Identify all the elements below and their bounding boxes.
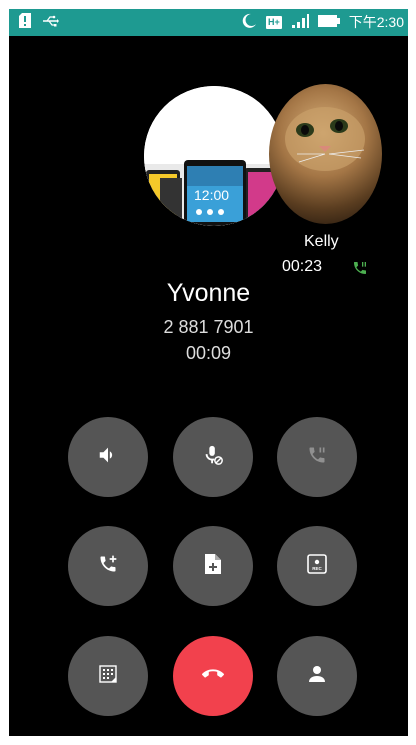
- battery-icon: [317, 14, 340, 30]
- do-not-disturb-moon-icon: [241, 13, 257, 32]
- dialpad-button[interactable]: [68, 636, 148, 716]
- hold-call-icon: [307, 445, 327, 470]
- add-call-button[interactable]: [68, 526, 148, 606]
- held-caller-avatar: [269, 84, 382, 224]
- contact-icon: [308, 665, 326, 688]
- active-caller-name: Yvonne: [166, 279, 251, 307]
- held-caller-name: Kelly: [304, 233, 339, 250]
- end-call-icon: [201, 663, 224, 690]
- speaker-icon: [97, 444, 119, 471]
- record-label: REC: [312, 566, 322, 571]
- note-add-icon: [204, 553, 222, 580]
- held-call-duration: 00:23: [282, 258, 323, 275]
- in-call-screen: H+ 下午2:30 12:00 Kelly 00:23 Yvonne 2 881…: [9, 9, 408, 736]
- record-icon: REC: [307, 553, 327, 579]
- active-call-duration: 00:09: [185, 343, 232, 363]
- signal-icon: [291, 13, 309, 31]
- speaker-button[interactable]: [68, 417, 148, 497]
- sim-alert-icon: [19, 13, 31, 33]
- mute-button[interactable]: [173, 417, 253, 497]
- svg-text:12:00: 12:00: [194, 187, 229, 203]
- end-call-button[interactable]: [173, 636, 253, 716]
- active-caller-avatar: 12:00: [144, 86, 284, 226]
- h-plus-icon: H+: [265, 15, 282, 29]
- clock: 下午2:30: [348, 14, 404, 30]
- call-on-hold-icon: [352, 260, 368, 281]
- hold-button[interactable]: [277, 417, 357, 497]
- memo-button[interactable]: [173, 526, 253, 606]
- mic-mute-icon: [202, 444, 224, 471]
- contacts-button[interactable]: [277, 636, 357, 716]
- status-bar: H+ 下午2:30: [9, 9, 408, 36]
- dialpad-icon: [98, 664, 118, 689]
- add-call-icon: [98, 554, 118, 579]
- record-button[interactable]: REC: [277, 526, 357, 606]
- active-caller-number: 2 881 7901: [163, 317, 254, 337]
- usb-icon: [43, 14, 59, 32]
